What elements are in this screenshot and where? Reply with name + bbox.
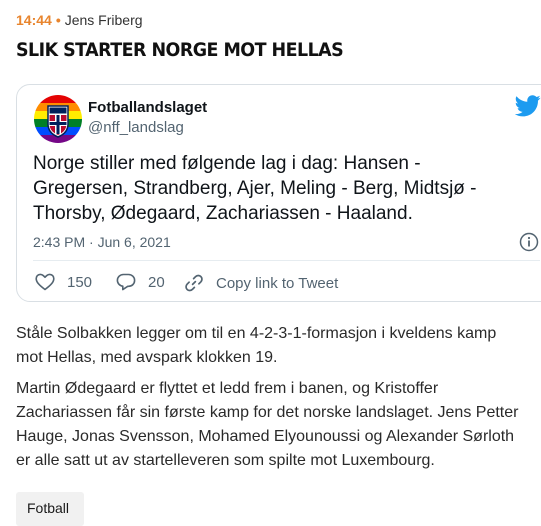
like-button[interactable]: 150 [35,273,92,291]
tweet-divider [33,260,540,261]
article-headline: SLIK STARTER NORGE MOT HELLAS [16,39,344,61]
account-handle[interactable]: @nff_landslag [88,119,184,136]
article-meta: 14:44 • Jens Friberg [16,12,143,28]
reply-count: 20 [148,273,165,291]
info-icon[interactable] [519,232,539,252]
account-avatar[interactable] [34,95,82,143]
tweet-text: Norge stiller med følgende lag i dag: Ha… [33,153,477,224]
article-paragraph: Martin Ødegaard er flyttet et ledd frem … [16,380,519,469]
like-count: 150 [67,273,93,291]
reply-icon [116,273,136,291]
reply-button[interactable]: 20 [116,273,165,291]
category-tag[interactable]: Fotball [16,492,84,526]
author-name[interactable]: Jens Friberg [65,12,143,28]
account-name[interactable]: Fotballandslaget [88,99,207,116]
twitter-bird-icon[interactable] [515,95,541,117]
publish-time: 14:44 [16,12,52,28]
meta-separator: • [55,12,61,28]
copy-link-label: Copy link to Tweet [216,274,339,292]
article-paragraph: Ståle Solbakken legger om til en 4-2-3-1… [16,325,497,366]
link-icon [185,274,203,292]
embedded-tweet[interactable]: Fotballandslaget @nff_landslag Norge sti… [16,84,541,302]
heart-icon [35,273,55,291]
nff-logo [34,95,82,143]
tweet-timestamp[interactable]: 2:43 PM · Jun 6, 2021 [33,234,171,250]
copy-link-button[interactable]: Copy link to Tweet [184,273,338,293]
